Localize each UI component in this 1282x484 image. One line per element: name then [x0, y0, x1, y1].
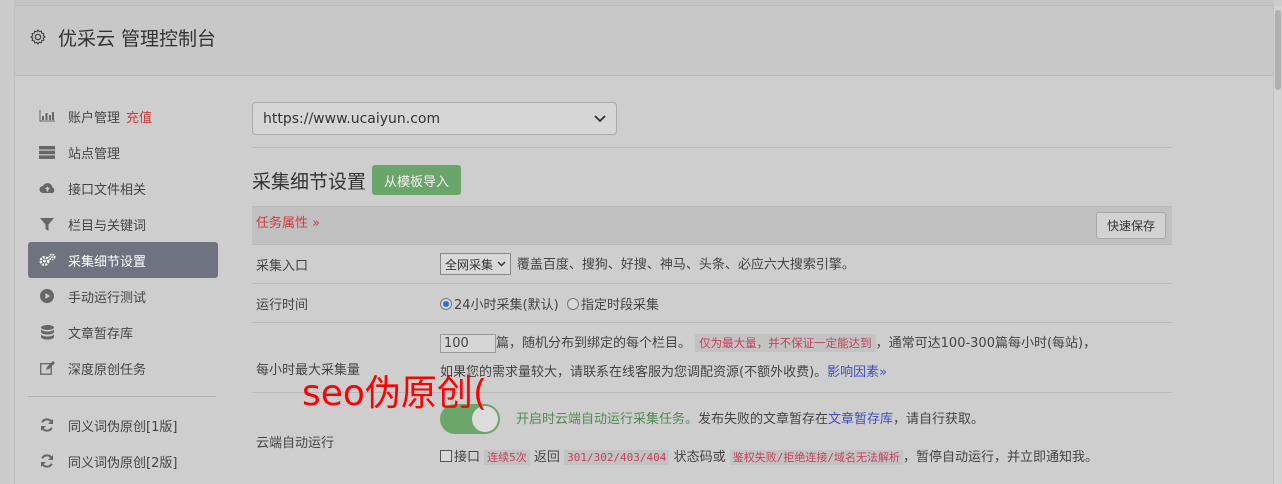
- radio-scheduled[interactable]: [566, 297, 579, 310]
- task-attributes-label: 任务属性: [256, 216, 309, 231]
- radio-scheduled-label: 指定时段采集: [580, 297, 659, 313]
- sidebar-item-label: 账户管理: [68, 110, 121, 126]
- section-title: 采集细节设置: [252, 170, 367, 193]
- sidebar-item-synonym-v2[interactable]: 同义词伪原创[2版]: [28, 443, 218, 479]
- quick-save-button[interactable]: 快速保存: [1095, 212, 1166, 239]
- code-consecutive: 连续5次: [484, 449, 530, 465]
- refresh-icon: [38, 454, 56, 468]
- sidebar-item-label: 同义词伪原创[1版]: [68, 419, 178, 435]
- play-circle-icon: [38, 289, 56, 303]
- recharge-link[interactable]: 充值: [126, 107, 152, 126]
- scrollbar[interactable]: [1274, 6, 1282, 484]
- max-per-hour-input[interactable]: 100: [440, 333, 496, 353]
- server-icon: [38, 145, 56, 159]
- import-template-button[interactable]: 从模板导入: [372, 165, 462, 195]
- influence-factors-link[interactable]: 影响因素»: [827, 365, 887, 380]
- section-header: 采集细节设置 从模板导入: [252, 164, 1172, 196]
- refresh-icon: [38, 418, 56, 432]
- page-title: 优采云 管理控制台: [58, 28, 217, 50]
- checkbox-label: 接口: [454, 449, 481, 465]
- sidebar-item-label: 采集细节设置: [68, 254, 147, 270]
- sidebar-item-deep-original[interactable]: 深度原创任务: [28, 350, 218, 386]
- radio-24h[interactable]: [440, 297, 452, 310]
- sidebar-item-label: 站点管理: [68, 146, 121, 162]
- sidebar-item-sites[interactable]: 站点管理: [28, 134, 218, 170]
- cloud-text-3: 返回: [533, 449, 560, 465]
- table-row: 采集入口 全网采集 覆盖百度、搜狗、好搜、神马、头条、必应六大搜索引擎。: [252, 244, 1172, 284]
- overlay-watermark-text: seo伪原创(: [302, 373, 487, 414]
- sidebar-item-label: 文章暂存库: [68, 326, 134, 342]
- chevron-down-icon: [497, 261, 506, 267]
- gear-icon: [30, 29, 46, 45]
- cloud-green-text: 开启时云端自动运行采集任务。: [516, 411, 699, 427]
- edit-icon: [38, 361, 56, 375]
- chevron-down-icon: [594, 114, 606, 122]
- table-row: 运行时间 24小时采集(默认) 指定时段采集: [252, 283, 1172, 323]
- settings-table: 任务属性 » 快速保存 采集入口 全网采集 覆盖百度、搜狗、好搜、神马、头条、必…: [252, 206, 1172, 484]
- sidebar-item-manual-test[interactable]: 手动运行测试: [28, 278, 218, 314]
- table-header-row: 任务属性 » 快速保存: [252, 206, 1172, 245]
- chevron-down-icon: »: [879, 364, 888, 380]
- max-text-2: ，通常可达100-300篇每小时(每站)，: [875, 335, 1097, 351]
- max-text-1: 篇，随机分布到绑定的每个栏目。: [496, 335, 692, 351]
- bar-chart-icon: [38, 109, 56, 123]
- gears-icon: [38, 253, 56, 267]
- sidebar-item-collection-settings[interactable]: 采集细节设置: [28, 242, 218, 278]
- page-header: 优采云 管理控制台: [15, 6, 1273, 76]
- divider: [252, 147, 1172, 148]
- cloud-text-2: ，请自行获取。: [893, 411, 985, 427]
- sidebar-item-label: 深度原创任务: [68, 362, 147, 378]
- site-select[interactable]: https://www.ucaiyun.com: [252, 102, 617, 135]
- code-status: 301/302/403/404: [564, 449, 670, 465]
- cloud-text-4: 状态码或: [673, 449, 726, 465]
- max-text-3: 如果您的需求量较大，请联系在线客服为您调配资源(不额外收费)。: [440, 364, 828, 380]
- cloud-text-5: ，暂停自动运行，并立即通知我。: [902, 449, 1098, 465]
- code-errors: 鉴权失败/拒绝连接/域名无法解析: [729, 449, 903, 465]
- scrollbar-thumb[interactable]: [1275, 10, 1281, 90]
- sidebar-item-label: 同义词伪原创[2版]: [68, 455, 178, 471]
- cloud-upload-icon: [38, 181, 56, 195]
- influence-factors-label: 影响因素: [827, 364, 880, 380]
- max-warning: 仅为最大量，并不保证一定能达到: [695, 333, 876, 352]
- row-label: 运行时间: [252, 283, 436, 323]
- sidebar-item-label: 手动运行测试: [68, 290, 147, 306]
- sidebar-item-columns-keywords[interactable]: 栏目与关键词: [28, 206, 218, 242]
- row-label: 采集入口: [252, 244, 436, 284]
- filter-icon: [38, 217, 56, 231]
- sidebar-item-label: 栏目与关键词: [68, 218, 147, 234]
- sidebar-item-account[interactable]: 账户管理 充值: [28, 98, 218, 134]
- site-select-value: https://www.ucaiyun.com: [263, 110, 441, 127]
- radio-24h-label: 24小时采集(默认): [454, 297, 559, 313]
- database-icon: [38, 324, 56, 339]
- sidebar-divider: [28, 396, 216, 397]
- sidebar-item-article-store[interactable]: 文章暂存库: [28, 314, 218, 350]
- task-attributes-toggle[interactable]: 任务属性 »: [256, 216, 320, 231]
- cloud-text-1: 发布失败的文章暂存在: [698, 411, 829, 427]
- double-chevron-down-icon: »: [312, 216, 321, 231]
- sidebar-item-label: 接口文件相关: [68, 182, 147, 198]
- article-store-link[interactable]: 文章暂存库: [828, 412, 893, 427]
- collection-entry-value: 全网采集: [445, 257, 494, 272]
- collection-entry-select[interactable]: 全网采集: [440, 253, 511, 275]
- entry-description: 覆盖百度、搜狗、好搜、神马、头条、必应六大搜索引擎。: [516, 257, 855, 273]
- interface-checkbox[interactable]: [440, 449, 452, 462]
- main-content: https://www.ucaiyun.com 采集细节设置 从模板导入 任务属…: [252, 102, 1172, 484]
- sidebar-item-interface[interactable]: 接口文件相关: [28, 170, 218, 206]
- sidebar: 账户管理 充值 站点管理 接口文件相关 栏目与关键词 采集细节设置 手动运行测试: [28, 98, 218, 479]
- sidebar-item-synonym-v1[interactable]: 同义词伪原创[1版]: [28, 407, 218, 443]
